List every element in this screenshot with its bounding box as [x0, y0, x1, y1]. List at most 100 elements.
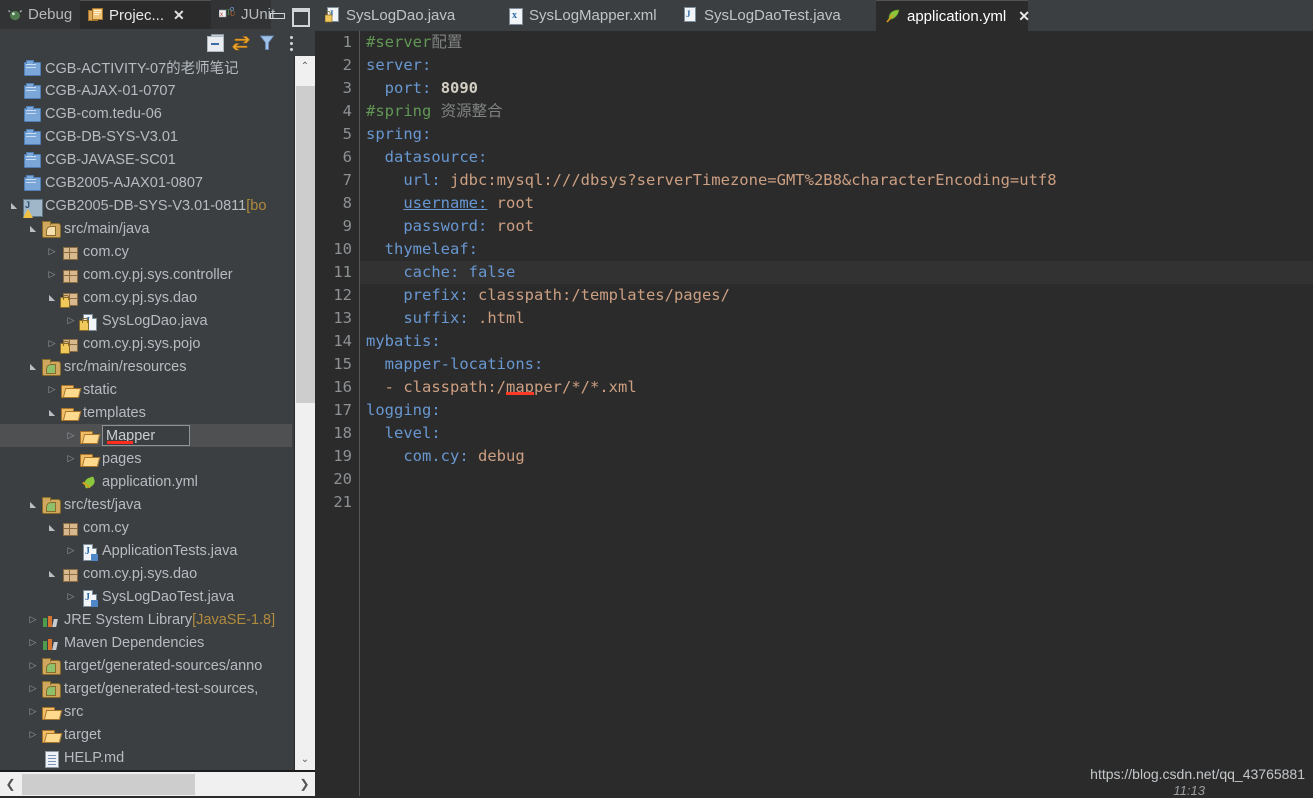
code-line[interactable]: logging:	[360, 399, 1313, 422]
editor-tab-syslogdao-java[interactable]: J SysLogDao.java	[315, 0, 498, 31]
scrollbar-thumb[interactable]	[22, 774, 195, 795]
tree-row[interactable]: ▷ target/generated-test-sources,	[0, 677, 292, 700]
tree-row[interactable]: ▷ pages	[0, 447, 292, 470]
tree-row[interactable]: ▷ JRE System Library [JavaSE-1.8]	[0, 608, 292, 631]
chevron-right-icon[interactable]: ▷	[25, 661, 41, 670]
editor-tab-syslogdaotest-java[interactable]: J SysLogDaoTest.java	[673, 0, 876, 31]
tree-row[interactable]: HELP.md	[0, 746, 292, 769]
code-line[interactable]: #spring 资源整合	[360, 100, 1313, 123]
code-line[interactable]	[360, 491, 1313, 514]
tree-row[interactable]: ▷ SysLogDao.java	[0, 309, 292, 332]
editor-tab-application-yml[interactable]: application.yml ✕	[876, 0, 1030, 31]
tree-row[interactable]: ▷ com.cy.pj.sys.pojo	[0, 332, 292, 355]
tree-row[interactable]: ▷ com.cy	[0, 240, 292, 263]
scroll-right-icon[interactable]: ❯	[294, 773, 315, 795]
tree-row[interactable]: ◢ src/main/resources	[0, 355, 292, 378]
code-line[interactable]: thymeleaf:	[360, 238, 1313, 261]
tree-row[interactable]: ▷ src	[0, 700, 292, 723]
project-tree[interactable]: CGB-ACTIVITY-07的老师笔记 CGB-AJAX-01-0707 CGB-…	[0, 56, 315, 770]
tree-row[interactable]: CGB-com.tedu-06	[0, 102, 292, 125]
chevron-down-icon[interactable]: ◢	[48, 520, 57, 536]
code-line[interactable]: - classpath:/mapper/*/*.xml	[360, 376, 1313, 399]
tree-row[interactable]: CGB-AJAX-01-0707	[0, 79, 292, 102]
tree-row[interactable]: CGB-JAVASE-SC01	[0, 148, 292, 171]
tree-row[interactable]: CGB-ACTIVITY-07的老师笔记	[0, 56, 292, 79]
code-line[interactable]: com.cy: debug	[360, 445, 1313, 468]
view-menu-icon[interactable]	[281, 32, 305, 54]
code-line[interactable]: password: root	[360, 215, 1313, 238]
scroll-down-icon[interactable]: ⌄	[295, 749, 315, 770]
scroll-up-icon[interactable]: ⌃	[295, 56, 315, 77]
chevron-down-icon[interactable]: ◢	[48, 290, 57, 306]
collapse-all-icon[interactable]	[203, 32, 227, 54]
scroll-left-icon[interactable]: ❮	[0, 773, 21, 795]
tree-row[interactable]: ▷ ApplicationTests.java	[0, 539, 292, 562]
chevron-right-icon[interactable]: ▷	[44, 247, 60, 256]
chevron-down-icon[interactable]: ◢	[48, 405, 57, 421]
tree-horizontal-scrollbar[interactable]: ❮ ❯	[0, 770, 315, 796]
chevron-down-icon[interactable]: ◢	[29, 359, 38, 375]
tree-row[interactable]: application.yml	[0, 470, 292, 493]
code-content[interactable]: #server配置 server: port: 8090 #spring 资源整…	[360, 31, 1313, 796]
chevron-down-icon[interactable]: ◢	[29, 497, 38, 513]
tree-row[interactable]: ◢ com.cy	[0, 516, 292, 539]
tree-row[interactable]: CGB-DB-SYS-V3.01	[0, 125, 292, 148]
minimize-panel-icon[interactable]	[266, 4, 288, 26]
code-line[interactable]: mapper-locations:	[360, 353, 1313, 376]
chevron-right-icon[interactable]: ▷	[63, 454, 79, 463]
tree-row[interactable]: ◢ com.cy.pj.sys.dao	[0, 286, 292, 309]
tree-row[interactable]: ▷ target	[0, 723, 292, 746]
link-with-editor-icon[interactable]	[229, 32, 253, 54]
code-line[interactable]: port: 8090	[360, 77, 1313, 100]
chevron-right-icon[interactable]: ▷	[25, 707, 41, 716]
code-line-highlighted[interactable]: cache: false	[360, 261, 1313, 284]
code-line[interactable]: level:	[360, 422, 1313, 445]
filter-icon[interactable]	[255, 32, 279, 54]
chevron-right-icon[interactable]: ▷	[63, 316, 79, 325]
tree-row[interactable]: CGB2005-AJAX01-0807	[0, 171, 292, 194]
chevron-down-icon[interactable]: ◢	[48, 566, 57, 582]
code-line[interactable]: spring:	[360, 123, 1313, 146]
tree-row[interactable]: ◢ src/main/java	[0, 217, 292, 240]
scrollbar-thumb[interactable]	[296, 86, 315, 403]
chevron-right-icon[interactable]: ▷	[44, 270, 60, 279]
tree-row[interactable]: ▷ target/generated-sources/anno	[0, 654, 292, 677]
code-line[interactable]: prefix: classpath:/templates/pages/	[360, 284, 1313, 307]
tree-row[interactable]: ◢ templates	[0, 401, 292, 424]
tree-row[interactable]: ▷ SysLogDaoTest.java	[0, 585, 292, 608]
close-icon[interactable]: ✕	[173, 8, 185, 22]
view-tab-project-explorer[interactable]: Projec... ✕	[80, 0, 211, 29]
chevron-down-icon[interactable]: ◢	[29, 221, 38, 237]
code-editor[interactable]: 1 2 3 4 5 6 7 8 9 10 11 12 13 14 15 16 17 18 19 20 21 #serve…	[315, 31, 1313, 796]
editor-tab-syslogmapper-xml[interactable]: SysLogMapper.xml	[498, 0, 673, 31]
tree-row[interactable]: ▷ com.cy.pj.sys.controller	[0, 263, 292, 286]
view-tab-debug[interactable]: Debug	[0, 0, 80, 29]
code-line[interactable]: suffix: .html	[360, 307, 1313, 330]
chevron-right-icon[interactable]: ▷	[25, 615, 41, 624]
chevron-right-icon[interactable]: ▷	[25, 638, 41, 647]
tree-row[interactable]: ◢ com.cy.pj.sys.dao	[0, 562, 292, 585]
chevron-right-icon[interactable]: ▷	[63, 431, 79, 440]
rename-input[interactable]: Mapper	[102, 425, 190, 446]
chevron-right-icon[interactable]: ▷	[25, 684, 41, 693]
chevron-right-icon[interactable]: ▷	[25, 730, 41, 739]
close-icon[interactable]: ✕	[1018, 8, 1030, 25]
tree-vertical-scrollbar[interactable]: ⌃ ⌄	[294, 56, 315, 770]
view-tab-junit[interactable]: x T U JUnit	[211, 0, 275, 29]
maximize-panel-icon[interactable]	[288, 4, 310, 27]
code-line[interactable]: username: root	[360, 192, 1313, 215]
tree-row[interactable]: ▷ static	[0, 378, 292, 401]
chevron-down-icon[interactable]: ◢	[10, 198, 19, 214]
chevron-right-icon[interactable]: ▷	[63, 546, 79, 555]
code-line[interactable]: url: jdbc:mysql:///dbsys?serverTimezone=…	[360, 169, 1313, 192]
code-line[interactable]: mybatis:	[360, 330, 1313, 353]
tree-row[interactable]: ◢ src/test/java	[0, 493, 292, 516]
code-line[interactable]: server:	[360, 54, 1313, 77]
tree-row[interactable]: ▷ Maven Dependencies	[0, 631, 292, 654]
chevron-right-icon[interactable]: ▷	[63, 592, 79, 601]
code-line[interactable]: datasource:	[360, 146, 1313, 169]
tree-row[interactable]: ◢ J CGB2005-DB-SYS-V3.01-0811 [bo	[0, 194, 292, 218]
chevron-right-icon[interactable]: ▷	[44, 385, 60, 394]
tree-row-selected[interactable]: ▷ Mapper	[0, 424, 292, 447]
code-line[interactable]	[360, 468, 1313, 491]
